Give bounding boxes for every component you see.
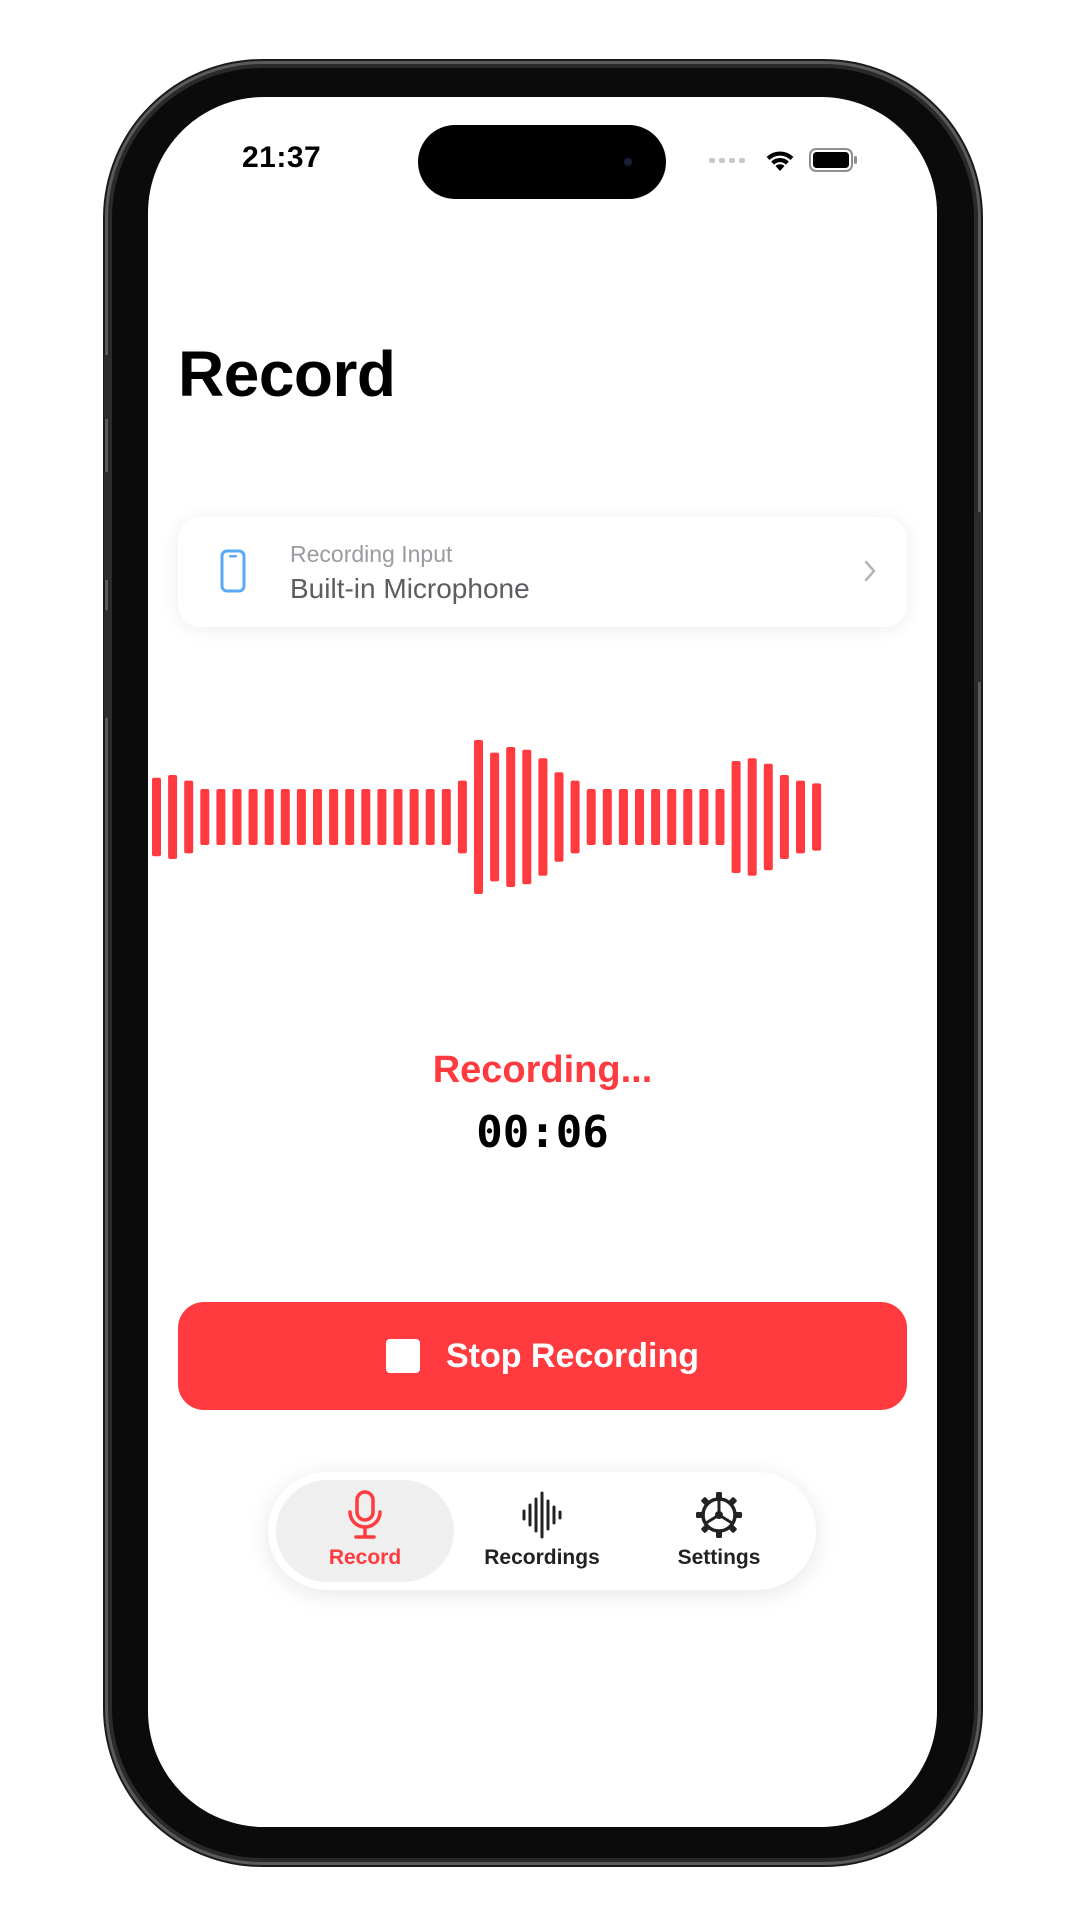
dynamic-island: [418, 125, 666, 199]
action-button: [104, 355, 112, 419]
waveform-bar: [635, 789, 644, 845]
cellular-dots-icon: [709, 157, 745, 163]
volume-up-button: [104, 472, 112, 580]
waveform-bar: [232, 789, 242, 845]
waveform-bar: [538, 758, 548, 876]
iphone-icon: [220, 549, 246, 593]
recording-input-caption: Recording Input: [290, 541, 453, 567]
status-time: 21:37: [242, 141, 322, 174]
waveform-bar: [796, 780, 805, 854]
waveform-bar: [522, 749, 532, 885]
waveform-bar: [490, 752, 500, 882]
battery-full-icon: [809, 148, 857, 172]
camera-dot: [624, 158, 632, 166]
tab-record[interactable]: Record: [276, 1480, 454, 1582]
waveform-bar: [200, 789, 210, 845]
tab-settings[interactable]: Settings: [630, 1480, 808, 1582]
waveform-bar: [683, 789, 693, 845]
waveform-icon: [522, 1491, 562, 1539]
waveform-bar: [345, 789, 355, 845]
side-button: [974, 512, 982, 682]
chevron-right-icon: [864, 560, 876, 582]
waveform-bar: [570, 780, 580, 854]
waveform-bar: [168, 775, 178, 859]
waveform-bar: [377, 789, 387, 845]
waveform-bar: [184, 780, 194, 854]
recording-input-selector[interactable]: Recording Input Built-in Microphone: [178, 517, 907, 627]
waveform-bar: [602, 789, 612, 845]
waveform-bar: [329, 789, 339, 845]
recording-input-value: Built-in Microphone: [290, 573, 530, 604]
waveform-bar: [313, 789, 322, 845]
waveform-bar: [763, 763, 773, 871]
volume-down-button: [104, 610, 112, 718]
waveform-bar: [409, 789, 419, 845]
microphone-icon: [348, 1490, 382, 1539]
stop-recording-label: Stop Recording: [445, 1336, 700, 1375]
waveform-bar: [216, 789, 226, 845]
waveform-bar: [779, 775, 789, 859]
waveform-bar: [554, 772, 564, 862]
screen: 21:37 Record Recording Input Built-in Mi…: [148, 97, 937, 1827]
tab-record-label: Record: [328, 1546, 402, 1569]
waveform-bar: [506, 747, 516, 887]
tab-settings-label: Settings: [677, 1546, 761, 1569]
waveform-bar: [296, 789, 306, 845]
waveform-bar: [425, 789, 435, 845]
waveform-bar: [152, 777, 161, 857]
waveform-bar: [280, 789, 290, 845]
tab-recordings-label: Recordings: [484, 1546, 600, 1569]
elapsed-timer: 00:06: [476, 1107, 609, 1158]
page-title: Record: [178, 338, 396, 410]
waveform-bar: [393, 789, 403, 845]
tab-recordings[interactable]: Recordings: [453, 1480, 631, 1582]
waveform-bar: [812, 783, 822, 851]
waveform-bar: [248, 789, 258, 845]
waveform-bar: [747, 758, 757, 876]
waveform-bar: [731, 761, 741, 873]
waveform-bar: [586, 789, 596, 845]
waveform-bar: [441, 789, 451, 845]
waveform-bar: [667, 789, 677, 845]
waveform-bar: [618, 789, 628, 845]
waveform-bar: [715, 789, 725, 845]
tab-bar: Record Recordings Settings: [268, 1472, 816, 1590]
waveform-bar: [699, 789, 709, 845]
waveform-bar: [651, 789, 661, 845]
gear-icon: [696, 1492, 742, 1538]
waveform-bar: [474, 740, 483, 894]
waveform-bar: [361, 789, 371, 845]
wifi-icon: [766, 151, 794, 171]
stop-recording-button[interactable]: Stop Recording: [178, 1302, 907, 1410]
audio-waveform: [152, 740, 822, 894]
waveform-bar: [264, 789, 274, 845]
waveform-bar: [457, 780, 467, 854]
status-icons: [709, 147, 859, 173]
stop-square-icon: [385, 1339, 420, 1373]
recording-status: Recording...: [432, 1049, 653, 1091]
